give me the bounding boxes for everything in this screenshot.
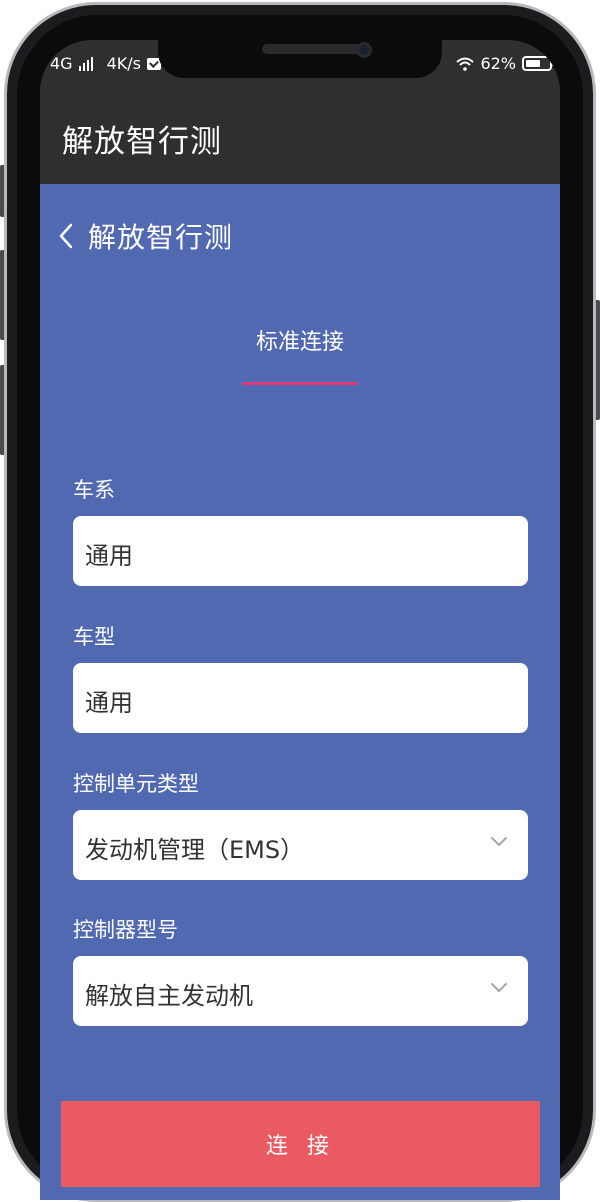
unit-type-label: 控制单元类型	[73, 772, 199, 796]
network-speed: 4K/s	[106, 54, 141, 73]
signal-icon	[78, 56, 93, 71]
earpiece-speaker	[262, 44, 362, 54]
status-right: 62%	[456, 54, 555, 73]
model-label: 车型	[73, 625, 115, 649]
main-content: 解放智行测 标准连接 车系 通用 车型 通用 控制单元类型 发动机管理（EMS）…	[40, 184, 560, 1200]
phone-device: 4G 4K/s 62% 解放智行测 解放智行测 标准连接 车系 通用 车型 通用…	[0, 0, 600, 1202]
chevron-left-icon[interactable]	[56, 221, 78, 251]
chevron-down-icon	[491, 837, 507, 846]
battery-icon	[522, 56, 555, 71]
battery-percent: 62%	[480, 54, 516, 73]
series-label: 车系	[73, 478, 115, 502]
tab-standard-connection[interactable]: 标准连接	[240, 324, 360, 356]
active-tab-indicator	[242, 382, 358, 385]
controller-model-select[interactable]: 解放自主发动机	[73, 956, 528, 1026]
chevron-down-icon	[491, 983, 507, 992]
front-camera	[356, 42, 372, 58]
app-bar: 解放智行测	[40, 84, 560, 184]
back-label: 解放智行测	[88, 221, 234, 254]
series-value: 通用	[85, 542, 133, 570]
wifi-icon	[456, 57, 475, 71]
controller-model-value: 解放自主发动机	[85, 982, 253, 1010]
status-left: 4G 4K/s	[50, 54, 161, 73]
controller-model-label: 控制器型号	[73, 918, 178, 942]
connect-button[interactable]: 连 接	[61, 1101, 540, 1187]
unit-type-value: 发动机管理（EMS）	[85, 836, 305, 864]
back-navigation[interactable]: 解放智行测	[56, 216, 233, 256]
model-field[interactable]: 通用	[73, 663, 528, 733]
model-value: 通用	[85, 689, 133, 717]
app-title: 解放智行测	[62, 124, 222, 160]
phone-screen: 4G 4K/s 62% 解放智行测 解放智行测 标准连接 车系 通用 车型 通用…	[40, 40, 560, 1200]
unit-type-select[interactable]: 发动机管理（EMS）	[73, 810, 528, 880]
network-type: 4G	[50, 54, 73, 73]
series-field[interactable]: 通用	[73, 516, 528, 586]
